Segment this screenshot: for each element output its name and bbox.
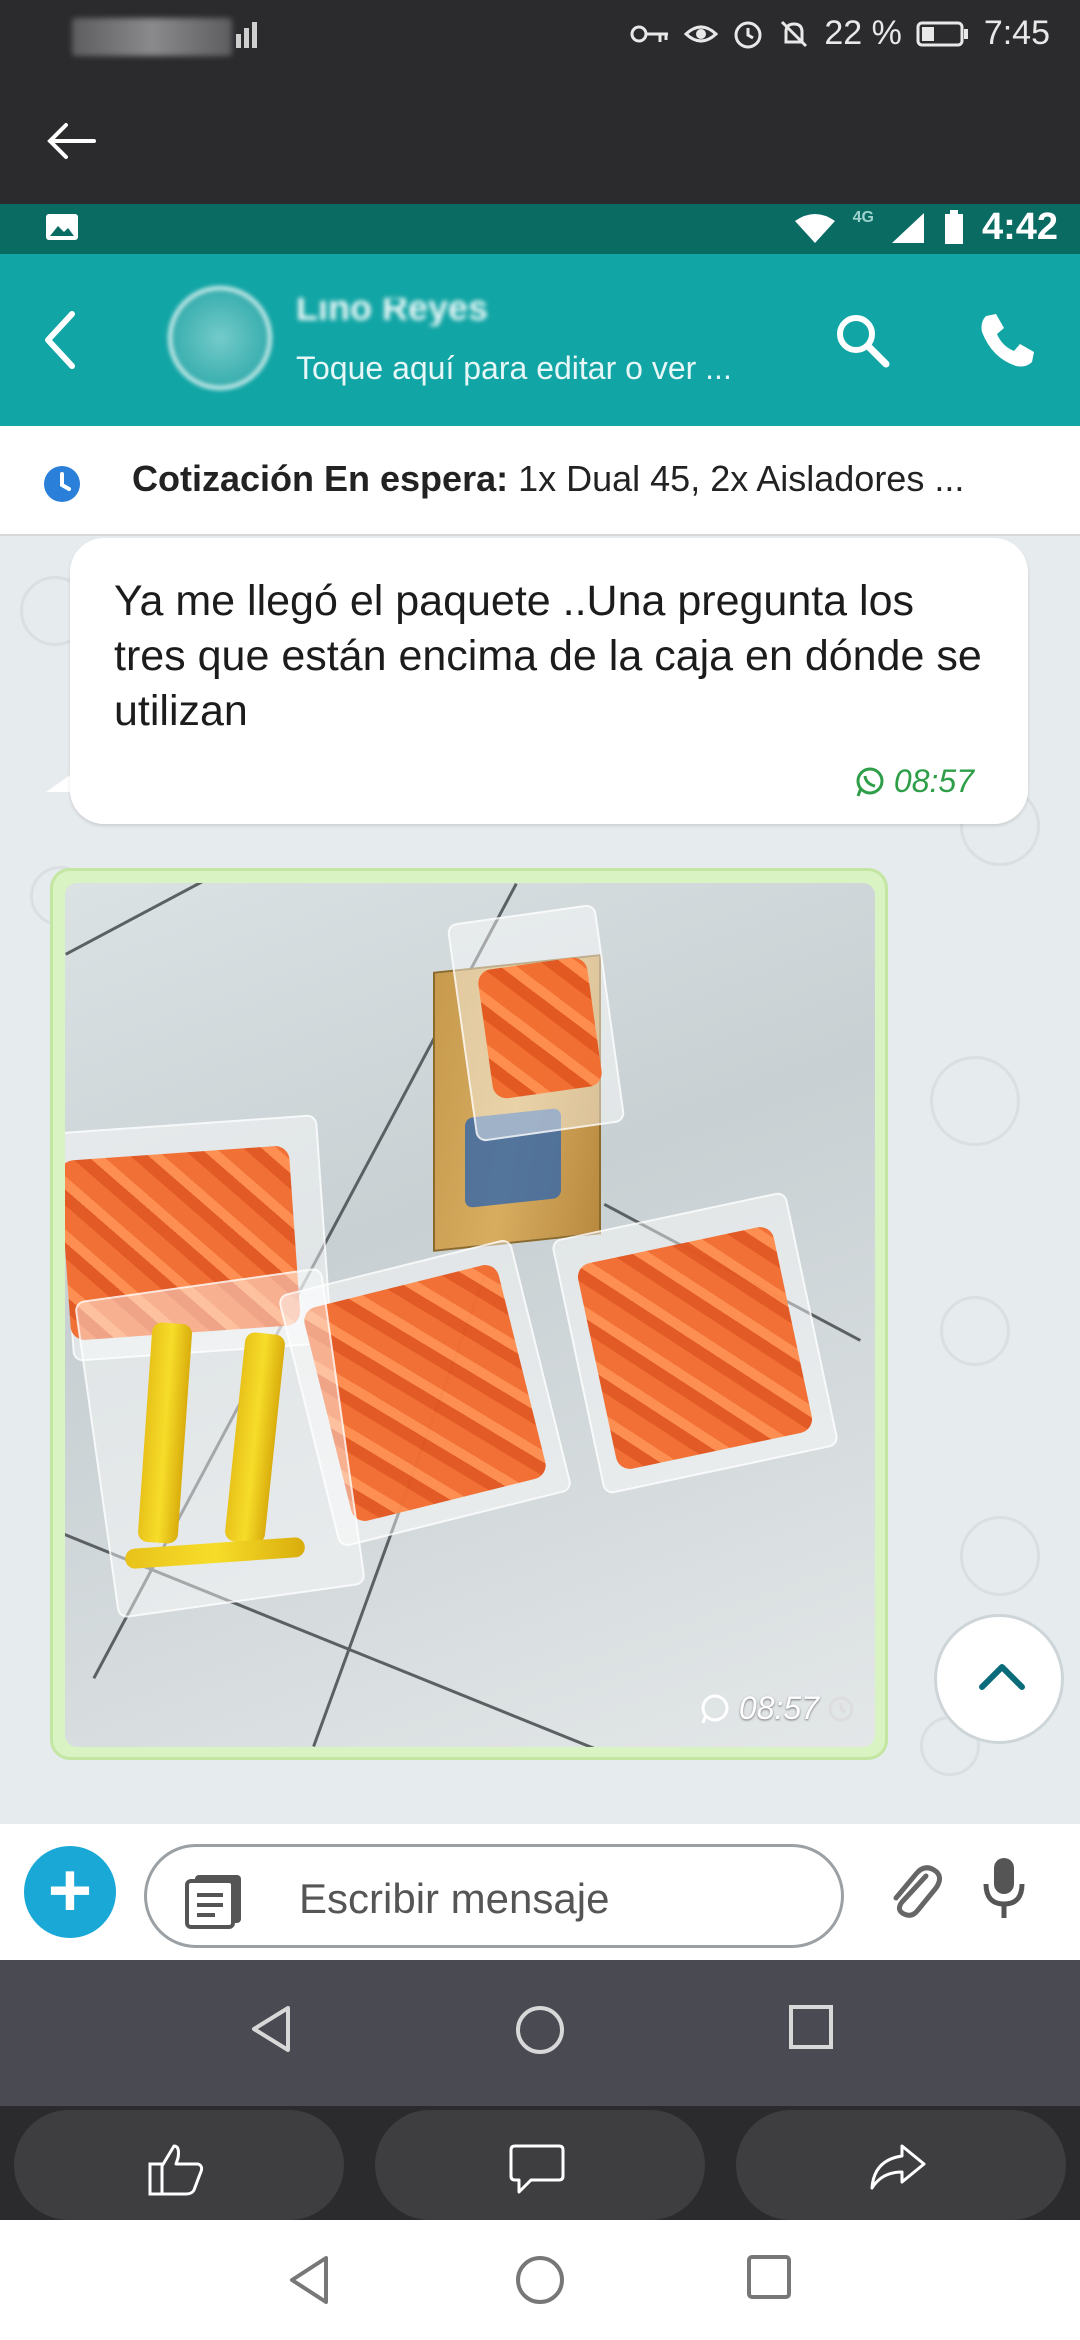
chat-header: Lino Reyes Toque aquí para editar o ver … — [0, 254, 1080, 426]
image-message[interactable]: 08:57 — [50, 868, 888, 1760]
nav-back-icon — [252, 2006, 290, 2052]
clock-icon — [44, 466, 80, 502]
chevron-up-icon — [979, 1664, 1025, 1690]
message-bubble[interactable]: Ya me llegó el paquete ..Una pregunta lo… — [70, 538, 1028, 824]
nav-home-icon[interactable] — [514, 2254, 566, 2306]
clock-icon — [828, 1696, 854, 1721]
avatar[interactable] — [168, 286, 272, 390]
battery-icon — [916, 21, 968, 46]
battery-icon — [944, 209, 963, 244]
alarm-icon — [734, 21, 762, 48]
contact-subtitle[interactable]: Toque aquí para editar o ver ... — [296, 350, 732, 387]
chat-screenshot: 4G 4:42 Lino Reyes Toque aquí para edita… — [0, 204, 1080, 1960]
nav-recents-icon[interactable] — [746, 2254, 792, 2300]
message-time-text: 08:57 — [893, 763, 974, 799]
mic-icon[interactable] — [982, 1856, 1026, 1922]
message-time: 08:57 — [854, 763, 974, 800]
whatsapp-icon — [856, 767, 884, 797]
nav-recents-icon — [789, 2005, 833, 2049]
message-placeholder: Escribir mensaje — [299, 1875, 610, 1922]
like-button[interactable] — [14, 2110, 344, 2220]
banner-label: Cotización En espera: — [132, 458, 509, 499]
share-icon — [870, 2144, 926, 2190]
viewer-top-bar — [0, 78, 1080, 204]
carrier-name-blurred — [72, 18, 232, 56]
nav-home-icon — [516, 2006, 564, 2054]
add-button[interactable]: + — [24, 1846, 116, 1938]
image-time: 08:57 — [699, 1690, 855, 1727]
plus-icon: + — [47, 1848, 93, 1933]
whatsapp-icon — [701, 1694, 729, 1724]
notes-icon[interactable] — [183, 1873, 245, 1929]
like-icon — [148, 2144, 204, 2196]
wifi-icon — [794, 213, 835, 243]
message-composer: + Escribir mensaje — [0, 1824, 1080, 1960]
gallery-icon — [46, 214, 78, 240]
attach-icon[interactable] — [886, 1862, 942, 1922]
message-text: Ya me llegó el paquete ..Una pregunta lo… — [114, 577, 982, 735]
message-input[interactable]: Escribir mensaje — [144, 1844, 844, 1948]
cell-signal-icon — [891, 212, 924, 243]
inner-navigation-bar — [0, 1960, 1080, 2106]
inner-status-bar: 4G 4:42 — [0, 204, 1080, 254]
inner-clock: 4:42 — [981, 206, 1058, 248]
network-type: 4G — [852, 208, 874, 226]
key-icon — [630, 25, 669, 42]
contact-name[interactable]: Lino Reyes — [296, 298, 536, 326]
outer-status-bar: 22 % 7:45 — [0, 0, 1080, 78]
back-arrow-icon[interactable] — [42, 310, 78, 370]
eye-icon — [684, 25, 719, 42]
system-navigation-bar — [0, 2220, 1080, 2340]
back-arrow-icon[interactable] — [40, 116, 100, 166]
mute-icon — [781, 20, 808, 47]
quote-status-banner[interactable]: Cotización En espera: 1x Dual 45, 2x Ais… — [0, 426, 1080, 536]
battery-percent: 22 % — [824, 14, 902, 52]
clock-time: 7:45 — [983, 14, 1050, 52]
nav-back-icon[interactable] — [286, 2254, 330, 2306]
comment-icon — [509, 2144, 565, 2194]
reaction-bar — [0, 2106, 1080, 2220]
phone-icon[interactable] — [978, 312, 1036, 370]
comment-button[interactable] — [375, 2110, 705, 2220]
signal-icon — [236, 22, 257, 48]
package-photo[interactable]: 08:57 — [65, 883, 875, 1747]
share-button[interactable] — [736, 2110, 1066, 2220]
search-icon[interactable] — [834, 312, 890, 368]
scroll-up-button[interactable] — [934, 1614, 1064, 1744]
image-time-text: 08:57 — [738, 1690, 819, 1726]
banner-details: 1x Dual 45, 2x Aisladores ... — [508, 458, 965, 499]
